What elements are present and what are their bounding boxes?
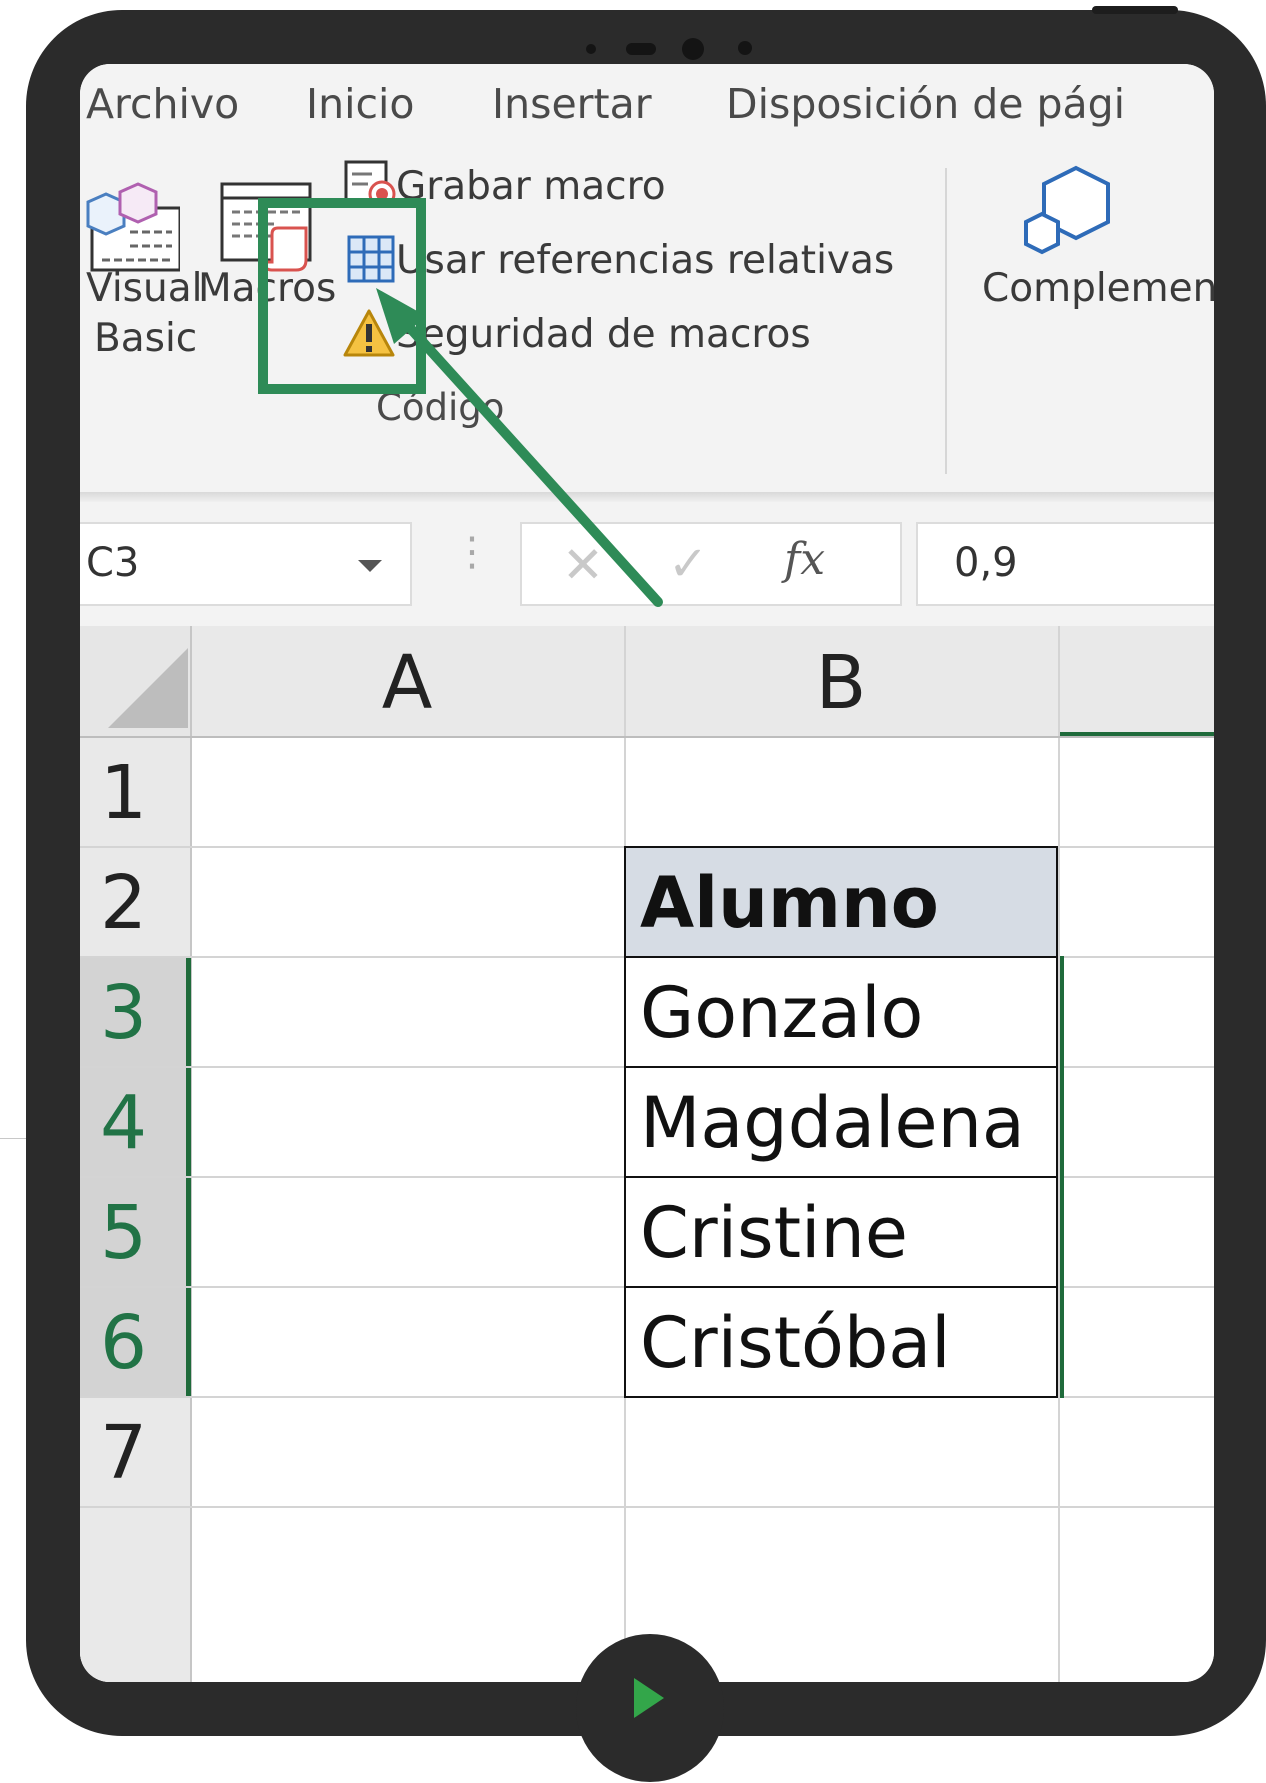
row-label: 7: [100, 1410, 148, 1496]
table-border: [624, 1286, 1058, 1288]
camera-bar: [552, 32, 792, 62]
row-header-8[interactable]: [80, 1506, 190, 1682]
play-button[interactable]: [576, 1634, 724, 1782]
speaker-pill: [626, 43, 656, 55]
table-border: [624, 846, 1058, 848]
sensor-dot: [586, 44, 596, 54]
row-header-5[interactable]: 5: [80, 1176, 190, 1286]
row-header-6[interactable]: 6: [80, 1286, 190, 1396]
row-header-2[interactable]: 2: [80, 846, 190, 956]
table-cell-value: Cristine: [640, 1192, 908, 1274]
power-button: [1092, 6, 1178, 14]
table-border: [624, 1176, 1058, 1178]
row-label: 5: [100, 1190, 148, 1276]
table-border: [624, 956, 1058, 958]
table-cell-value: Cristóbal: [640, 1302, 951, 1384]
sensor-dot: [738, 41, 752, 55]
row-label: 6: [100, 1300, 148, 1386]
row-label: 4: [100, 1080, 148, 1166]
row-header-3[interactable]: 3: [80, 956, 190, 1066]
table-cell-value: Gonzalo: [640, 972, 924, 1054]
table-border: [624, 1396, 1058, 1398]
row-divider: [80, 1506, 1214, 1508]
row-header-7[interactable]: 7: [80, 1396, 190, 1506]
spreadsheet-grid: A B 1 2 3 4 5 6 7 Alumno Gonzalo Magdale…: [80, 626, 1214, 1682]
row-label: 2: [100, 860, 148, 946]
row-header-4[interactable]: 4: [80, 1066, 190, 1176]
row-header-1[interactable]: 1: [80, 736, 190, 846]
camera-lens: [682, 38, 704, 60]
table-border: [624, 1066, 1058, 1068]
table-border: [624, 846, 626, 1398]
row-label: 3: [100, 970, 148, 1056]
pointer-arrow: [376, 288, 663, 607]
row-label: 1: [100, 750, 148, 836]
play-icon: [634, 1678, 664, 1718]
table-cell-value: Magdalena: [640, 1082, 1025, 1164]
table-header-alumno: Alumno: [640, 862, 939, 944]
row-divider: [80, 736, 1214, 738]
selection-border-c3: [1060, 956, 1064, 1398]
excel-screen: Archivo Inicio Insertar Disposición de p…: [80, 64, 1214, 1682]
table-border: [1056, 846, 1058, 1398]
